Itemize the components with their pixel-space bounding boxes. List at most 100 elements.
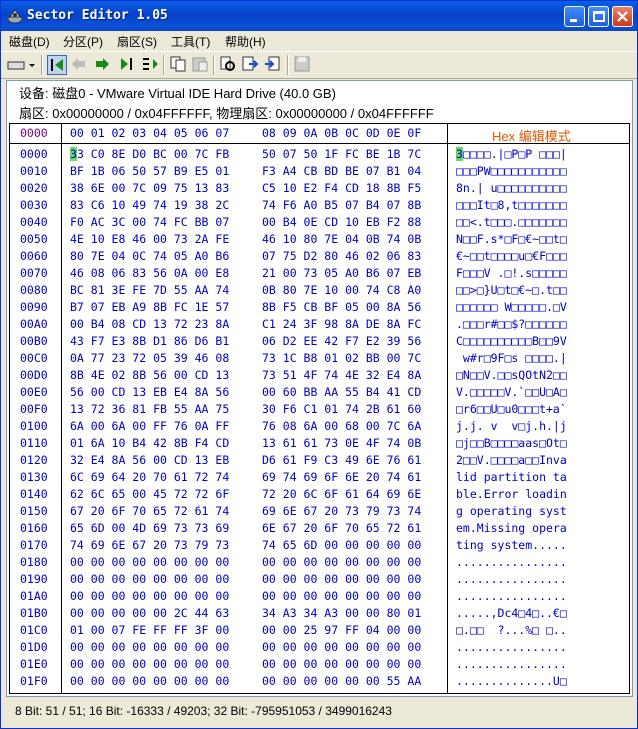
row-hex-b[interactable]: 00 00 00 00 00 00 00 00 [262,656,421,673]
row-offset[interactable]: 0020 [20,180,48,197]
row-hex-a[interactable]: 4E 10 E8 46 00 73 2A FE [70,231,229,248]
row-hex-b[interactable]: 50 07 50 1F FC BE 1B 7C [262,146,421,163]
row-hex-a[interactable]: 0A 77 23 72 05 39 46 08 [70,350,229,367]
row-hex-a[interactable]: 46 08 06 83 56 0A 00 E8 [70,265,229,282]
row-hex-a[interactable]: 32 E4 8A 56 00 CD 13 EB [70,452,229,469]
row-offset[interactable]: 0190 [20,571,48,588]
row-ascii[interactable]: lid partition ta [456,469,567,486]
row-hex-b[interactable]: 6E 67 20 6F 70 65 72 61 [262,520,421,537]
row-hex-b[interactable]: 00 00 00 00 00 00 00 00 [262,554,421,571]
row-offset[interactable]: 0150 [20,503,48,520]
row-hex-b[interactable]: C1 24 3F 98 8A DE 8A FC [262,316,421,333]
row-hex-a[interactable]: 8B 4E 02 8B 56 00 CD 13 [70,367,229,384]
row-hex-a[interactable]: 00 00 00 00 00 00 00 00 [70,554,229,571]
row-ascii[interactable]: .□□□r#□□$?□□□□□□ [456,316,567,333]
row-offset[interactable]: 00A0 [20,316,48,333]
close-button[interactable] [612,6,633,27]
maximize-button[interactable] [588,6,609,27]
minimize-button[interactable] [564,6,585,27]
row-ascii[interactable]: □N□□V.□□sQOtN2□□ [456,367,567,384]
row-ascii[interactable]: □□□□□□ W□□□□□.□V [456,299,567,316]
row-offset[interactable]: 0080 [20,282,48,299]
row-offset[interactable]: 0120 [20,452,48,469]
row-ascii[interactable]: ................ [456,656,567,673]
row-offset[interactable]: 0100 [20,418,48,435]
next-sector-button[interactable] [93,55,113,75]
title-bar[interactable]: Sector Editor 1.05 [1,1,637,31]
menu-tools[interactable]: 工具(T) [171,33,210,50]
row-offset[interactable]: 0070 [20,265,48,282]
row-hex-b[interactable]: 00 00 00 00 00 00 55 AA [262,673,421,690]
row-ascii[interactable]: ble.Error loadin [456,486,567,503]
row-hex-a[interactable]: F0 AC 3C 00 74 FC BB 07 [70,214,229,231]
row-offset[interactable]: 0040 [20,214,48,231]
row-ascii[interactable]: □□□It□8,t□□□□□□□ [456,197,567,214]
row-hex-a[interactable]: 38 6E 00 7C 09 75 13 83 [70,180,229,197]
menu-partition[interactable]: 分区(P) [63,33,103,50]
row-hex-b[interactable]: 73 1C B8 01 02 BB 00 7C [262,350,421,367]
row-hex-a[interactable]: 67 20 6F 70 65 72 61 74 [70,503,229,520]
row-ascii[interactable]: ................ [456,554,567,571]
row-offset[interactable]: 0090 [20,299,48,316]
row-hex-a[interactable]: B7 07 EB A9 8B FC 1E 57 [70,299,229,316]
row-offset[interactable]: 01A0 [20,588,48,605]
row-hex-a[interactable]: 65 6D 00 4D 69 73 73 69 [70,520,229,537]
row-hex-a[interactable]: 01 6A 10 B4 42 8B F4 CD [70,435,229,452]
menu-help[interactable]: 帮助(H) [225,33,266,50]
row-ascii[interactable]: □j□□B□□□□aas□Ot□ [456,435,567,452]
row-ascii[interactable]: □□>□}U□t□€~□.t□□ [456,282,567,299]
row-hex-b[interactable]: 72 20 6C 6F 61 64 69 6E [262,486,421,503]
save-button[interactable] [293,55,313,75]
row-hex-a[interactable]: 80 7E 04 0C 74 05 A0 B6 [70,248,229,265]
cursor-byte[interactable]: 3 [70,147,77,161]
row-hex-a[interactable]: BC 81 3E FE 7D 55 AA 74 [70,282,229,299]
row-ascii[interactable]: g operating syst [456,503,567,520]
row-offset[interactable]: 0010 [20,163,48,180]
drive-dropdown-button[interactable] [5,55,37,75]
row-hex-b[interactable]: 76 08 6A 00 68 00 7C 6A [262,418,421,435]
row-ascii[interactable]: j.j. v v□j.h.|j [456,418,567,435]
row-ascii[interactable]: C□□□□□□□□□□B□□9V [456,333,567,350]
paste-button[interactable] [191,55,211,75]
row-hex-b[interactable]: 00 00 25 97 FF 04 00 00 [262,622,421,639]
row-ascii[interactable]: €~□□t□□□□u□€F□□□ [456,248,567,265]
prev-sector-button[interactable] [69,55,89,75]
row-ascii[interactable]: □□□PW□□□□□□□□□□□ [456,163,567,180]
row-hex-b[interactable]: 30 F6 C1 01 74 2B 61 60 [262,401,421,418]
row-hex-b[interactable]: 73 51 4F 74 4E 32 E4 8A [262,367,421,384]
row-hex-a[interactable]: 00 00 00 00 00 2C 44 63 [70,605,229,622]
row-offset[interactable]: 00C0 [20,350,48,367]
row-hex-a[interactable]: 00 B4 08 CD 13 72 23 8A [70,316,229,333]
row-ascii[interactable]: V.□□□□□V.`□□U□A□ [456,384,567,401]
row-hex-b[interactable]: 8B F5 CB BF 05 00 8A 56 [262,299,421,316]
row-offset[interactable]: 00E0 [20,384,48,401]
last-sector-button[interactable] [117,55,137,75]
row-hex-a[interactable]: 33 C0 8E D0 BC 00 7C FB [70,146,229,163]
search-button[interactable] [219,55,239,75]
row-hex-b[interactable]: 69 74 69 6F 6E 20 74 61 [262,469,421,486]
row-ascii[interactable]: □r6□□U□u0□□□t+a` [456,401,567,418]
row-ascii[interactable]: ................ [456,639,567,656]
row-offset[interactable]: 0110 [20,435,48,452]
row-ascii[interactable]: w#r□9F□s □□□□.| [456,350,567,367]
row-offset[interactable]: 0050 [20,231,48,248]
row-ascii[interactable]: .....,Dc4□4□..€□ [456,605,567,622]
row-hex-a[interactable]: 00 00 00 00 00 00 00 00 [70,673,229,690]
row-hex-b[interactable]: C5 10 E2 F4 CD 18 8B F5 [262,180,421,197]
row-hex-a[interactable]: 00 00 00 00 00 00 00 00 [70,639,229,656]
row-hex-a[interactable]: BF 1B 06 50 57 B9 E5 01 [70,163,229,180]
import-button[interactable] [263,55,283,75]
row-hex-a[interactable]: 6A 00 6A 00 FF 76 0A FF [70,418,229,435]
row-offset[interactable]: 0000 [20,146,48,163]
row-ascii[interactable]: 2□□V.□□□□a□□Inva [456,452,567,469]
row-hex-b[interactable]: 06 D2 EE 42 F7 E2 39 56 [262,333,421,350]
cursor-char[interactable]: 3 [456,147,463,161]
hex-grid[interactable]: 0000 00 01 02 03 04 05 06 07 08 09 0A 0B… [9,123,630,694]
row-offset[interactable]: 01C0 [20,622,48,639]
row-offset[interactable]: 01E0 [20,656,48,673]
row-ascii[interactable]: ting system..... [456,537,567,554]
row-ascii[interactable]: □.□□ ?...%□ □.. [456,622,567,639]
row-ascii[interactable]: em.Missing opera [456,520,567,537]
row-hex-b[interactable]: D6 61 F9 C3 49 6E 76 61 [262,452,421,469]
export-button[interactable] [241,55,261,75]
